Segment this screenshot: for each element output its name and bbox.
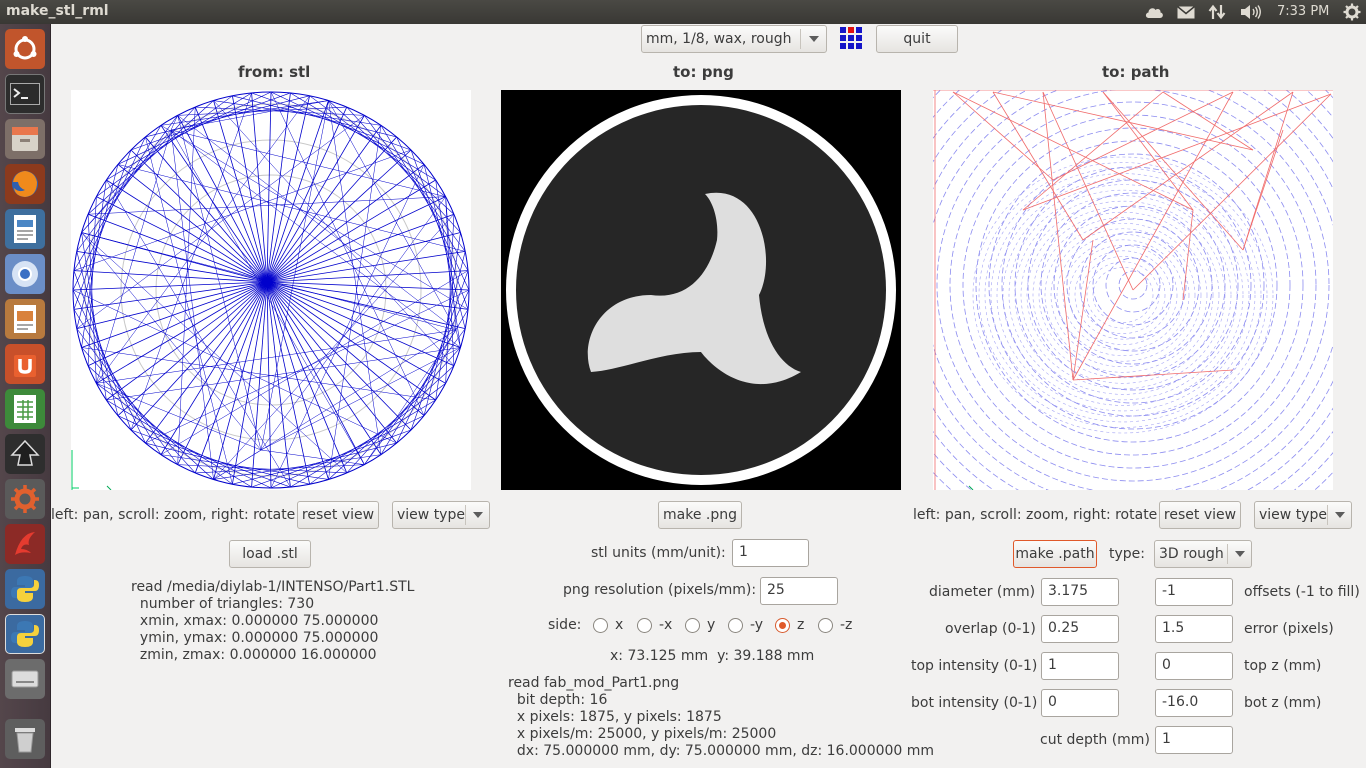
make-path-button[interactable]: make .path — [1013, 540, 1097, 568]
path-view-type-value: view type — [1259, 507, 1327, 523]
png-resolution-label: png resolution (pixels/mm): — [563, 582, 757, 598]
profile-select[interactable]: mm, 1/8, wax, rough — [641, 25, 827, 53]
path-type-label: type: — [1109, 546, 1145, 562]
diameter-field[interactable]: 3.175 — [1041, 578, 1119, 606]
bot-z-field[interactable]: -16.0 — [1155, 689, 1233, 717]
toolpath-view — [933, 90, 1333, 490]
stl-info: read /media/diylab-1/INTENSO/Part1.STL n… — [131, 579, 415, 663]
drive-icon[interactable] — [5, 659, 45, 699]
make-png-button[interactable]: make .png — [658, 501, 742, 529]
network-icon[interactable] — [1207, 2, 1227, 22]
diameter-label: diameter (mm) — [929, 584, 1036, 600]
top-z-field[interactable]: 0 — [1155, 652, 1233, 680]
png-panel-header: to: png — [673, 63, 734, 81]
top-intensity-label: top intensity (0-1) — [911, 658, 1038, 674]
trash-icon[interactable] — [5, 719, 45, 759]
path-nav-hint: left: pan, scroll: zoom, right: rotate — [913, 507, 1158, 523]
python-icon[interactable] — [5, 569, 45, 609]
side-radio-neg-z[interactable] — [818, 618, 833, 633]
side-radio-z-label: z — [797, 617, 805, 633]
gear-icon[interactable] — [1342, 2, 1362, 22]
side-radio-neg-x-label: -x — [659, 617, 673, 633]
side-radio-y-label: y — [707, 617, 716, 633]
cut-depth-field[interactable]: 1 — [1155, 726, 1233, 754]
overlap-field[interactable]: 0.25 — [1041, 615, 1119, 643]
path-type-value: 3D rough — [1159, 546, 1224, 562]
side-radio-neg-x[interactable] — [637, 618, 652, 633]
terminal-icon[interactable] — [5, 74, 45, 114]
fab-logo-icon — [840, 27, 862, 49]
cloud-icon[interactable] — [1143, 2, 1165, 22]
path-view-type-select[interactable]: view type — [1254, 501, 1352, 529]
error-field[interactable]: 1.5 — [1155, 615, 1233, 643]
files-icon[interactable] — [5, 119, 45, 159]
path-type-select[interactable]: 3D rough — [1154, 540, 1252, 568]
quit-button[interactable]: quit — [876, 25, 958, 53]
main-window: mm, 1/8, wax, rough quit from: stl to: p… — [51, 24, 1366, 768]
impress-icon[interactable] — [5, 299, 45, 339]
stl-reset-view-button[interactable]: reset view — [297, 501, 379, 529]
side-label: side: — [548, 617, 582, 633]
stl-units-label: stl units (mm/unit): — [591, 545, 726, 561]
png-viewer-canvas[interactable] — [501, 90, 901, 490]
side-radio-x[interactable] — [593, 618, 608, 633]
side-radio-neg-y-label: -y — [750, 617, 764, 633]
side-radio-z[interactable] — [775, 618, 790, 633]
mail-icon[interactable] — [1176, 2, 1196, 22]
path-viewer-canvas[interactable] — [933, 90, 1333, 490]
window-title: make_stl_rml — [6, 3, 109, 19]
side-radio-neg-z-label: -z — [840, 617, 853, 633]
png-info: read fab_mod_Part1.png bit depth: 16 x p… — [508, 675, 935, 759]
launcher — [0, 24, 51, 768]
firefox-icon[interactable] — [5, 164, 45, 204]
ubuntu-dash-icon[interactable] — [5, 29, 45, 69]
top-intensity-field[interactable]: 1 — [1041, 652, 1119, 680]
top-z-label: top z (mm) — [1244, 658, 1322, 674]
chevron-down-icon — [1327, 505, 1351, 525]
offsets-label: offsets (-1 to fill) — [1244, 584, 1360, 600]
volume-icon[interactable] — [1239, 2, 1263, 22]
profile-select-value: mm, 1/8, wax, rough — [646, 31, 792, 47]
chevron-down-icon — [1227, 544, 1251, 564]
path-panel-header: to: path — [1102, 63, 1170, 81]
png-resolution-field[interactable]: 25 — [760, 577, 838, 605]
python-active-icon[interactable] — [5, 614, 45, 654]
png-preview-image — [506, 95, 896, 485]
chromium-icon[interactable] — [5, 254, 45, 294]
chevron-down-icon — [465, 505, 489, 525]
bot-intensity-field[interactable]: 0 — [1041, 689, 1119, 717]
calc-icon[interactable] — [5, 389, 45, 429]
settings-icon[interactable] — [5, 479, 45, 519]
offsets-field[interactable]: -1 — [1155, 578, 1233, 606]
stl-mesh-view — [71, 91, 470, 490]
app-icon-red[interactable] — [5, 524, 45, 564]
bot-intensity-label: bot intensity (0-1) — [911, 695, 1038, 711]
stl-panel-header: from: stl — [238, 63, 311, 81]
stl-viewer-canvas[interactable] — [71, 90, 471, 490]
cut-depth-label: cut depth (mm) — [1040, 732, 1150, 748]
software-center-icon[interactable] — [5, 344, 45, 384]
path-reset-view-button[interactable]: reset view — [1159, 501, 1241, 529]
load-stl-button[interactable]: load .stl — [229, 540, 311, 568]
chevron-down-icon — [800, 29, 826, 49]
top-panel: make_stl_rml 7:33 PM — [0, 0, 1366, 24]
side-radio-y[interactable] — [685, 618, 700, 633]
error-label: error (pixels) — [1244, 621, 1334, 637]
writer-icon[interactable] — [5, 209, 45, 249]
bot-z-label: bot z (mm) — [1244, 695, 1322, 711]
clock[interactable]: 7:33 PM — [1277, 4, 1329, 19]
overlap-label: overlap (0-1) — [945, 621, 1036, 637]
side-radio-neg-y[interactable] — [728, 618, 743, 633]
stl-nav-hint: left: pan, scroll: zoom, right: rotate — [51, 507, 296, 523]
inkscape-icon[interactable] — [5, 434, 45, 474]
stl-view-type-select[interactable]: view type — [392, 501, 490, 529]
stl-units-field[interactable]: 1 — [732, 539, 809, 567]
stl-view-type-value: view type — [397, 507, 465, 523]
side-radio-x-label: x — [615, 617, 624, 633]
cursor-coords: x: 73.125 mm y: 39.188 mm — [610, 648, 815, 664]
